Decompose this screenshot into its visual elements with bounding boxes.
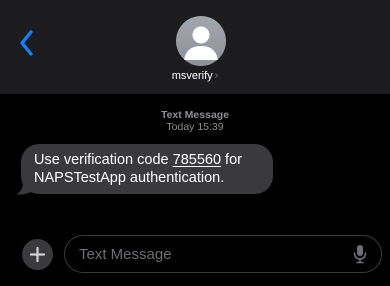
plus-icon — [29, 246, 46, 263]
timestamp-kind: Text Message — [160, 109, 230, 121]
apps-plus-button[interactable] — [22, 239, 53, 270]
microphone-icon — [353, 245, 367, 264]
dictation-button[interactable] — [352, 244, 368, 264]
messages-screen: msverify › Text Message Today 15:39 Use v… — [0, 0, 390, 286]
person-silhouette-icon — [184, 26, 218, 60]
verification-code-link[interactable]: 785560 — [173, 152, 221, 168]
back-button[interactable] — [14, 26, 40, 60]
chevron-left-icon — [20, 30, 33, 56]
avatar[interactable] — [176, 16, 226, 66]
conversation-header: msverify › — [0, 0, 390, 94]
contact-chevron: › — [214, 70, 219, 82]
contact-name: msverify — [171, 70, 213, 82]
message-text-start: Use verification code — [34, 152, 173, 168]
message-timestamp: Text Message Today 15:39 — [0, 109, 390, 133]
message-input[interactable] — [64, 235, 382, 273]
contact-name-button[interactable]: msverify › — [0, 70, 390, 82]
incoming-message-bubble[interactable]: Use verification code 785560 for NAPSTes… — [21, 144, 273, 194]
timestamp-time: Today 15:39 — [166, 121, 224, 133]
